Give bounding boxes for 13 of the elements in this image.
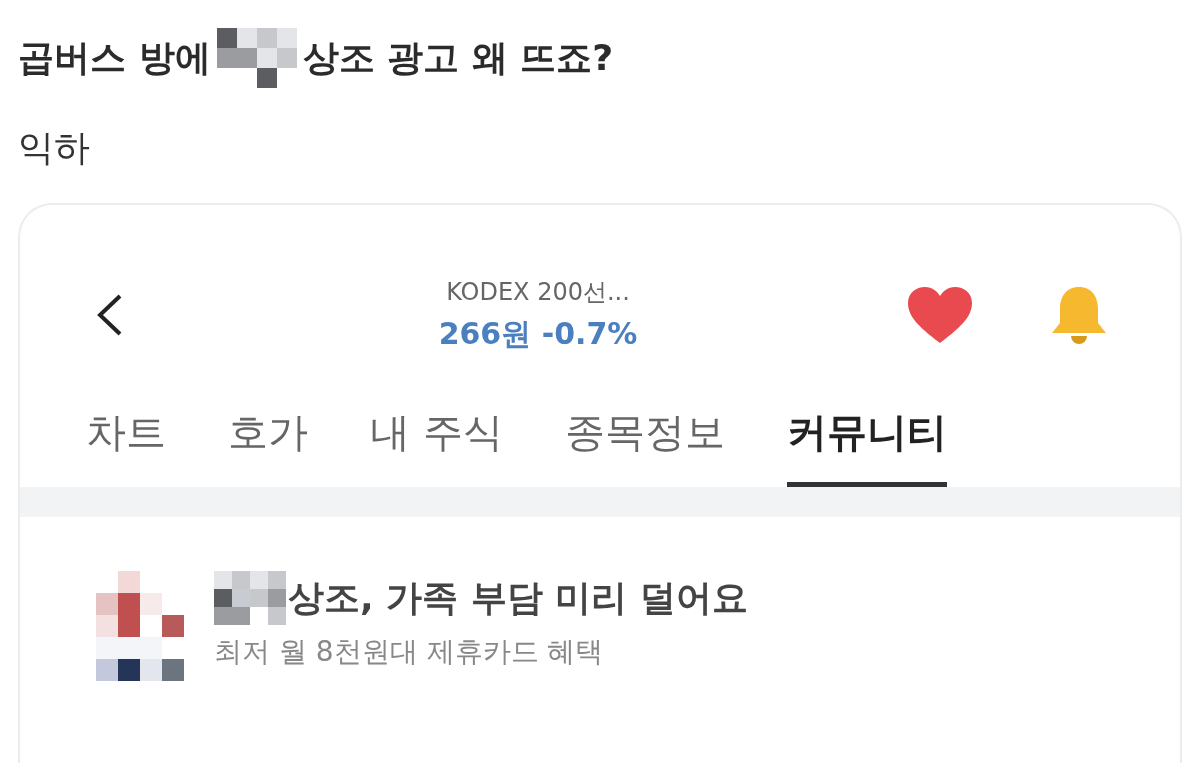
tab[interactable]: 차트	[86, 387, 166, 487]
tab[interactable]: 내 주식	[370, 387, 503, 487]
tab[interactable]: 종목정보	[564, 387, 725, 487]
post-title: 상조 광고 왜 뜨죠?	[302, 35, 614, 80]
ad-title[interactable]: 상조, 가족 부담 미리 덜어요	[288, 573, 748, 623]
pixelated-block	[214, 571, 286, 625]
post-title: 곱버스 방에	[18, 35, 211, 80]
ad-subtitle: 최저 월 8천원대 제휴카드 혜택	[214, 634, 605, 670]
stock-name: KODEX 200선...	[446, 276, 630, 308]
stock-price: 266원 -0.7%	[438, 314, 638, 353]
heart-icon[interactable]	[906, 285, 974, 345]
tab[interactable]: 호가	[228, 387, 308, 487]
post-body: 익하	[18, 126, 91, 170]
